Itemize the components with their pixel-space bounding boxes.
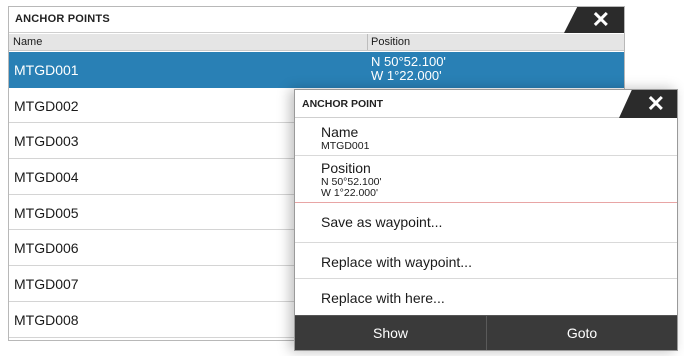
column-position-header[interactable]: Position [371, 36, 410, 48]
row-name: MTGD003 [14, 133, 79, 150]
replace-with-waypoint-item[interactable]: Replace with waypoint... [295, 243, 677, 279]
row-name: MTGD008 [14, 311, 79, 328]
button-bar: Show Goto [295, 315, 677, 350]
dialog-title-bar: ANCHOR POINT ✕ [295, 90, 677, 118]
row-lon: W 1°22.000' [371, 68, 442, 83]
list-close-button[interactable]: ✕ [564, 7, 624, 33]
row-name: MTGD005 [14, 204, 79, 221]
replace-with-here-item[interactable]: Replace with here... [295, 279, 677, 316]
column-divider [367, 34, 368, 50]
row-position: N 50°52.100' W 1°22.000' [371, 55, 446, 83]
column-name-header[interactable]: Name [13, 36, 42, 48]
list-title: ANCHOR POINTS [15, 13, 110, 25]
column-header: Name Position [9, 34, 624, 51]
position-lon: W 1°22.000' [321, 187, 378, 199]
dialog-title: ANCHOR POINT [302, 98, 384, 110]
row-name: MTGD002 [14, 97, 79, 114]
row-name: MTGD001 [14, 62, 79, 78]
name-label: Name [321, 124, 359, 140]
position-value: N 50°52.100' W 1°22.000' [321, 177, 382, 199]
close-icon: ✕ [646, 91, 665, 116]
menu-item-label: Save as waypoint... [321, 214, 443, 230]
save-as-waypoint-item[interactable]: Save as waypoint... [295, 203, 677, 243]
row-name: MTGD007 [14, 276, 79, 293]
menu-item-label: Replace with here... [321, 290, 445, 306]
anchor-point-dialog: ANCHOR POINT ✕ Name MTGD001 Position N 5… [294, 89, 678, 351]
show-button[interactable]: Show [295, 316, 486, 350]
close-icon: ✕ [591, 7, 610, 32]
name-field[interactable]: Name MTGD001 [295, 118, 677, 156]
dialog-close-button[interactable]: ✕ [619, 90, 677, 118]
table-row[interactable]: MTGD001 N 50°52.100' W 1°22.000' [9, 52, 624, 88]
row-lat: N 50°52.100' [371, 54, 446, 69]
name-value: MTGD001 [321, 140, 370, 152]
position-field[interactable]: Position N 50°52.100' W 1°22.000' [295, 156, 677, 203]
row-name: MTGD004 [14, 169, 79, 186]
list-title-bar: ANCHOR POINTS ✕ [9, 7, 624, 33]
row-name: MTGD006 [14, 240, 79, 257]
position-label: Position [321, 160, 371, 176]
goto-button[interactable]: Goto [486, 316, 677, 350]
menu-item-label: Replace with waypoint... [321, 254, 472, 270]
